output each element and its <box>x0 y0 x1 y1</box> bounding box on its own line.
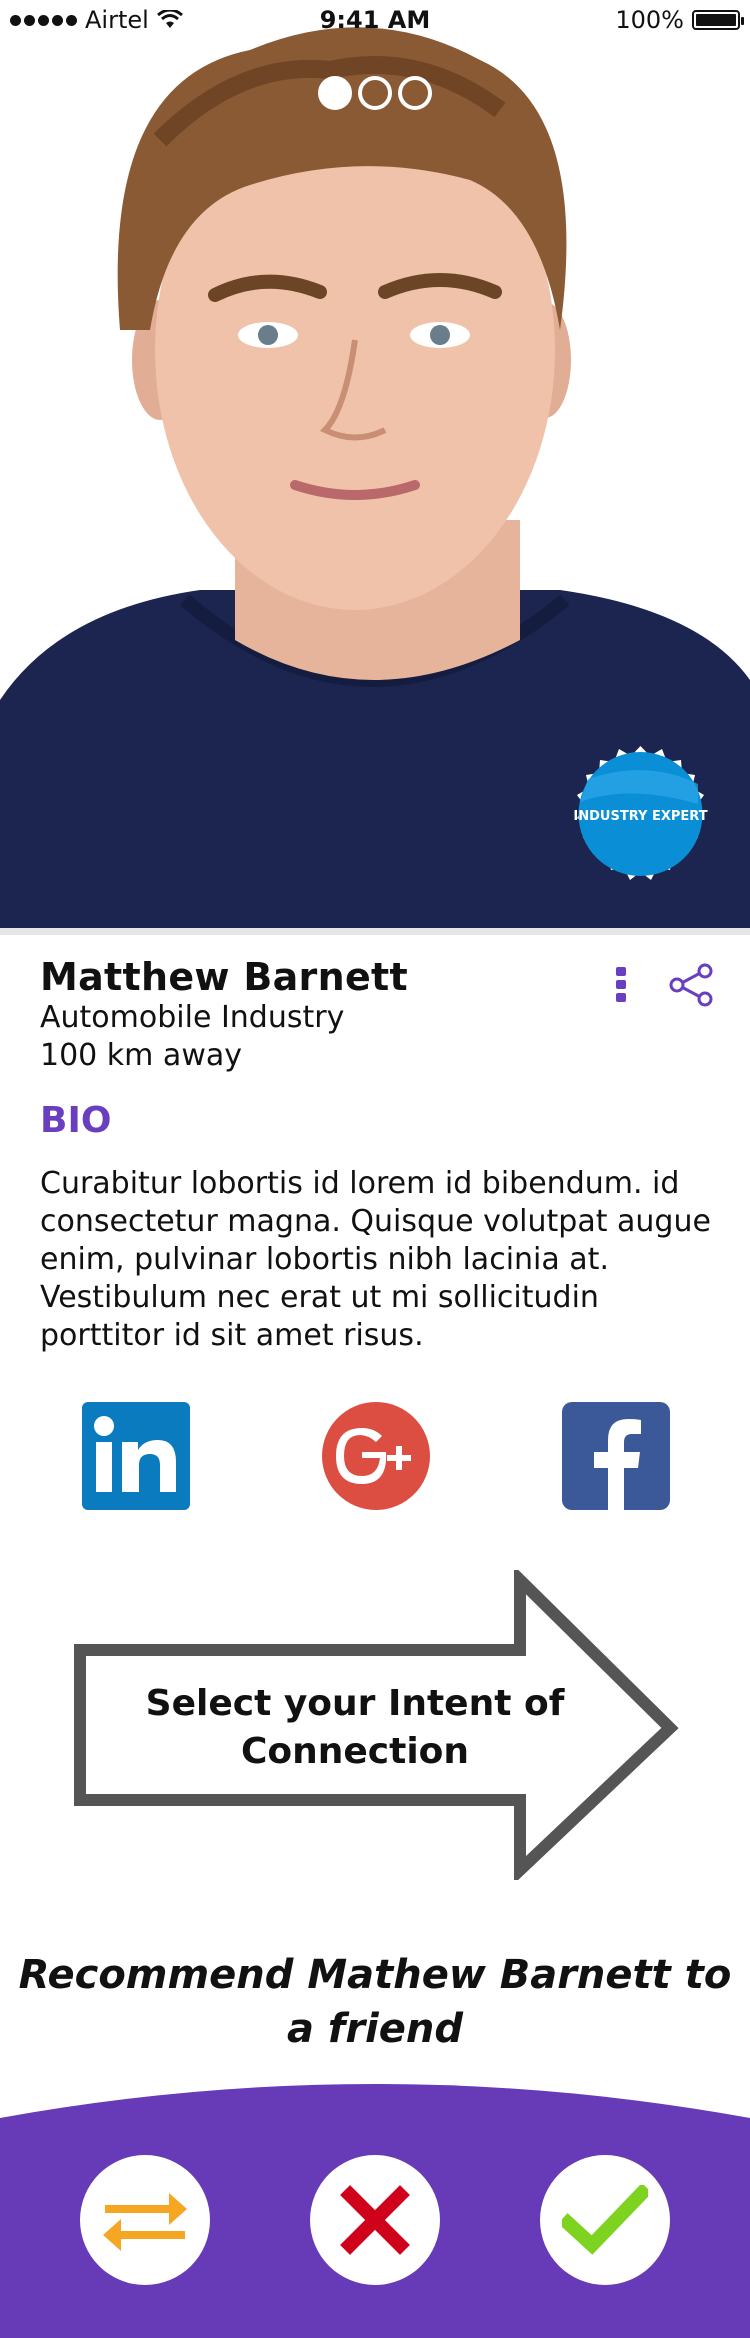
badge-label: INDUSTRY EXPERT <box>573 809 707 824</box>
pager-dot-1[interactable] <box>318 76 352 110</box>
photo-pager[interactable] <box>0 76 750 110</box>
facebook-icon[interactable] <box>562 1402 670 1510</box>
pager-dot-2[interactable] <box>358 76 392 110</box>
intent-label: Select your Intent of Connection <box>145 1683 565 1772</box>
battery-icon <box>692 10 744 30</box>
close-x-icon <box>340 2185 410 2255</box>
profile-actions <box>614 963 714 1007</box>
battery-percent: 100% <box>615 6 684 34</box>
battery-level <box>696 14 736 26</box>
bio-text: Curabitur lobortis id lorem id bibendum.… <box>40 1166 711 1353</box>
pager-dot-3[interactable] <box>398 76 432 110</box>
wifi-icon <box>156 10 183 28</box>
industry-expert-badge: INDUSTRY EXPERT <box>573 746 708 880</box>
profile-distance: 100 km away <box>40 1038 242 1073</box>
swap-arrows-icon <box>103 2193 187 2251</box>
google-plus-icon[interactable] <box>322 1402 430 1510</box>
linkedin-icon[interactable] <box>82 1402 190 1510</box>
carrier-label: Airtel <box>85 6 149 34</box>
swap-button[interactable] <box>80 2155 210 2285</box>
status-bar: Airtel 9:41 AM 100% <box>0 0 750 40</box>
reject-button[interactable] <box>310 2155 440 2285</box>
share-icon[interactable] <box>668 963 714 1007</box>
vertical-dots-icon[interactable] <box>614 965 628 1005</box>
bio-heading: BIO <box>40 1100 112 1141</box>
social-links <box>0 1402 750 1510</box>
signal-dots-icon <box>10 14 77 26</box>
accept-button[interactable] <box>540 2155 670 2285</box>
checkmark-icon <box>562 2185 648 2255</box>
recommend-text[interactable]: Recommend Mathew Barnett to a friend <box>0 1948 750 2056</box>
profile-photo[interactable]: INDUSTRY EXPERT <box>0 0 750 935</box>
